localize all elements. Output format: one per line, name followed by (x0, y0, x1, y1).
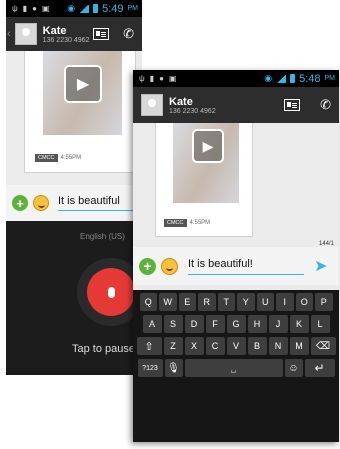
voice-hint: Tap to pause (72, 343, 135, 355)
avatar[interactable] (141, 94, 163, 116)
key-o[interactable]: O (295, 293, 313, 311)
phone-icon[interactable]: ✆ (320, 97, 331, 113)
signal-icon (276, 74, 287, 83)
status-bar: ψ ▮ ● ▣ ◉ 5:49 PM (6, 0, 142, 17)
backspace-key-icon[interactable]: ⌫ (310, 337, 336, 355)
keyboard-row-3: ⇧ Z X C V B N M ⌫ (135, 337, 337, 355)
key-g[interactable]: G (226, 315, 246, 333)
message-time: 4:55PM (189, 220, 211, 226)
carrier-badge: CMCC (35, 154, 58, 162)
usb-icon: ψ (139, 74, 145, 83)
key-y[interactable]: Y (237, 293, 255, 311)
key-k[interactable]: K (289, 315, 309, 333)
key-n[interactable]: N (268, 337, 288, 355)
voice-language[interactable]: English (US) (80, 232, 125, 241)
key-x[interactable]: X (184, 337, 204, 355)
key-e[interactable]: E (178, 293, 196, 311)
conversation-header: Kate 136 2230 4962 ✆ (133, 87, 339, 123)
key-b[interactable]: B (247, 337, 267, 355)
mms-message-bubble[interactable]: ▶ CMCC 4:55PM (24, 51, 136, 173)
send-icon[interactable]: ➤ (314, 256, 327, 276)
contact-name: Kate (42, 24, 67, 37)
image-icon: ▣ (41, 4, 50, 13)
mic-key-icon[interactable]: 🎙 (164, 359, 183, 377)
compose-bar: + It is beautiful! ➤ (133, 247, 339, 285)
mms-message-bubble[interactable]: ▶ CMCC 4:55PM (155, 123, 253, 237)
add-attachment-icon[interactable]: + (12, 195, 28, 211)
status-bar: ψ ▮ ● ▣ ◉ 5:48 PM (133, 70, 339, 87)
keyboard-row-1: Q W E R T Y U I O P (135, 293, 337, 311)
back-arrow-icon[interactable]: ‹ (6, 28, 11, 40)
play-icon[interactable]: ▶ (64, 65, 102, 103)
shift-key-icon[interactable]: ⇧ (136, 337, 162, 355)
phone-icon[interactable]: ✆ (123, 26, 134, 42)
key-m[interactable]: M (289, 337, 309, 355)
contact-card-icon[interactable] (284, 99, 301, 111)
back-phone-screen: ψ ▮ ● ▣ ◉ 5:49 PM ‹ Kate 136 2230 4962 ✆… (6, 0, 142, 375)
key-q[interactable]: Q (139, 293, 157, 311)
clock-time: 5:48 (299, 72, 321, 85)
key-r[interactable]: R (198, 293, 216, 311)
emoji-icon[interactable] (33, 195, 49, 211)
carrier-badge: CMCC (164, 219, 187, 227)
key-s[interactable]: S (163, 315, 183, 333)
key-w[interactable]: W (159, 293, 177, 311)
avatar[interactable] (14, 23, 37, 45)
clock-ampm: PM (324, 75, 336, 82)
compose-bar: + It is beautiful (6, 185, 142, 221)
key-t[interactable]: T (217, 293, 235, 311)
contact-number: 136 2230 4962 (42, 36, 90, 44)
enter-key-icon[interactable]: ↵ (304, 359, 335, 377)
soft-keyboard: Q W E R T Y U I O P A S D F G H J K L ⇧ … (133, 290, 339, 442)
key-c[interactable]: C (205, 337, 225, 355)
image-icon: ▣ (168, 74, 177, 83)
message-input[interactable]: It is beautiful (58, 195, 138, 211)
key-h[interactable]: H (247, 315, 267, 333)
play-icon[interactable]: ▶ (192, 129, 224, 163)
contact-number: 136 2230 4962 (169, 107, 216, 115)
battery-icon (290, 74, 296, 83)
message-time: 4:55PM (60, 155, 82, 161)
key-z[interactable]: Z (163, 337, 183, 355)
smiley-key-icon[interactable]: ☺ (284, 359, 303, 377)
keyboard-row-2: A S D F G H J K L (135, 315, 337, 333)
voicemail-icon: ● (32, 4, 37, 13)
contact-card-icon[interactable] (93, 28, 110, 40)
emoji-icon[interactable] (161, 257, 178, 275)
key-d[interactable]: D (184, 315, 204, 333)
sd-card-icon: ▮ (22, 4, 28, 13)
clock-ampm: PM (127, 5, 139, 12)
contact-name: Kate (169, 95, 193, 108)
video-thumbnail[interactable]: ▶ (43, 51, 122, 135)
voice-input-panel: English (US) Tap to pause (6, 221, 142, 375)
space-key[interactable]: ␣ (184, 359, 283, 377)
signal-icon (79, 4, 90, 13)
key-u[interactable]: U (256, 293, 274, 311)
battery-icon (93, 4, 99, 13)
clock-time: 5:49 (102, 2, 124, 15)
keyboard-row-4: ?123 🎙 ␣ ☺ ↵ (135, 359, 337, 377)
key-i[interactable]: I (276, 293, 294, 311)
microphone-icon (107, 286, 115, 298)
usb-icon: ψ (12, 4, 18, 13)
video-thumbnail[interactable]: ▶ (173, 123, 239, 203)
conversation-header: ‹ Kate 136 2230 4962 ✆ (6, 17, 142, 51)
microphone-button[interactable] (87, 268, 135, 316)
key-f[interactable]: F (205, 315, 225, 333)
sd-card-icon: ▮ (149, 74, 155, 83)
symbols-key[interactable]: ?123 (137, 359, 163, 377)
front-phone-screen: ψ ▮ ● ▣ ◉ 5:48 PM Kate 136 2230 4962 ✆ ▶… (133, 70, 339, 442)
message-meta: CMCC 4:55PM (35, 154, 81, 162)
voicemail-icon: ● (159, 74, 164, 83)
key-l[interactable]: L (310, 315, 330, 333)
key-v[interactable]: V (226, 337, 246, 355)
key-p[interactable]: P (315, 293, 333, 311)
add-attachment-icon[interactable]: + (139, 257, 156, 275)
key-a[interactable]: A (142, 315, 162, 333)
key-j[interactable]: J (268, 315, 288, 333)
wifi-icon: ◉ (264, 73, 273, 83)
message-input[interactable]: It is beautiful! (188, 258, 304, 275)
wifi-icon: ◉ (67, 3, 76, 13)
message-meta: CMCC 4:55PM (164, 219, 210, 227)
